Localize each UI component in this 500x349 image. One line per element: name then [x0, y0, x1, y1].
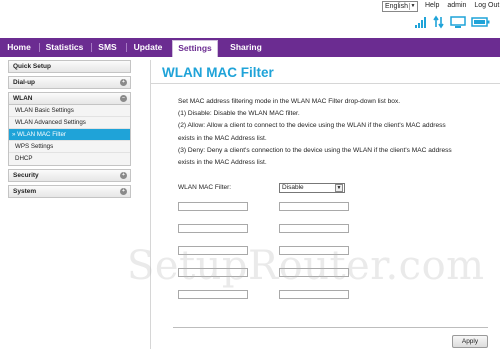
pc-connection-icon	[450, 16, 466, 28]
chevron-down-icon: ▼	[409, 3, 416, 10]
expand-icon: +	[120, 172, 127, 179]
mac-filter-label: WLAN MAC Filter:	[178, 184, 232, 191]
admin-link[interactable]: admin	[447, 2, 466, 9]
nav-sharing[interactable]: Sharing	[225, 38, 267, 57]
mac-address-input[interactable]	[178, 290, 248, 299]
nav-sms[interactable]: SMS	[95, 38, 120, 57]
top-links: Help admin Log Out	[425, 2, 500, 9]
expand-icon: +	[120, 188, 127, 195]
description-line: Set MAC address filtering mode in the WL…	[178, 98, 401, 105]
sidebar-wlan-submenu: WLAN Basic Settings WLAN Advanced Settin…	[8, 105, 131, 166]
top-bar: English ▼ Help admin Log Out	[0, 0, 500, 38]
description-line: exists in the MAC Address list.	[178, 134, 267, 142]
nav-settings[interactable]: Settings	[172, 40, 218, 57]
mac-address-input[interactable]	[178, 224, 248, 233]
description-line: (3) Deny: Deny a client's connection to …	[178, 146, 452, 154]
apply-button[interactable]: Apply	[452, 335, 488, 348]
nav-update[interactable]: Update	[130, 38, 166, 57]
mac-address-input[interactable]	[279, 202, 349, 211]
nav-separator	[126, 43, 127, 52]
title-divider	[151, 83, 500, 84]
sidebar-item-system[interactable]: System +	[8, 185, 131, 198]
sidebar-item-wlan[interactable]: WLAN –	[8, 92, 131, 105]
help-link[interactable]: Help	[425, 2, 439, 9]
bottom-divider	[173, 327, 488, 328]
sidebar-item-quick-setup[interactable]: Quick Setup	[8, 60, 131, 73]
mac-address-input[interactable]	[178, 202, 248, 211]
sidebar-item-wps-settings[interactable]: WPS Settings	[9, 141, 130, 153]
language-select[interactable]: English ▼	[382, 1, 418, 12]
nav-home[interactable]: Home	[4, 38, 34, 57]
sidebar-item-wlan-advanced[interactable]: WLAN Advanced Settings	[9, 117, 130, 129]
logout-link[interactable]: Log Out	[474, 2, 499, 9]
description-line: (2) Allow: Allow a client to connect to …	[178, 122, 446, 130]
nav-statistics[interactable]: Statistics	[43, 38, 86, 57]
sidebar-item-wlan-basic[interactable]: WLAN Basic Settings	[9, 105, 130, 117]
mac-address-input[interactable]	[279, 290, 349, 299]
nav-separator	[91, 43, 92, 52]
mac-address-input[interactable]	[279, 224, 349, 233]
main-nav: Home Statistics SMS Update Settings Shar…	[0, 38, 500, 57]
data-transfer-icon	[433, 15, 444, 29]
collapse-icon: –	[120, 95, 127, 102]
description-line: exists in the MAC Address list.	[178, 159, 267, 167]
battery-icon	[471, 17, 490, 27]
sidebar: Quick Setup Dial-up + WLAN – WLAN Basic …	[8, 60, 131, 201]
expand-icon: +	[120, 79, 127, 86]
sidebar-item-security[interactable]: Security +	[8, 169, 131, 182]
sidebar-item-dhcp[interactable]: DHCP	[9, 153, 130, 165]
mac-filter-select[interactable]: Disable ▼	[279, 183, 345, 193]
signal-icon	[415, 17, 426, 28]
watermark: SetupRouter.com	[127, 243, 485, 289]
sidebar-item-wlan-mac-filter[interactable]: » WLAN MAC Filter	[9, 129, 130, 141]
nav-separator	[39, 43, 40, 52]
description-line: (1) Disable: Disable the WLAN MAC filter…	[178, 110, 300, 118]
sidebar-item-dialup[interactable]: Dial-up +	[8, 76, 131, 89]
description: Set MAC address filtering mode in the WL…	[178, 96, 478, 169]
page-title: WLAN MAC Filter	[162, 65, 274, 80]
status-icons	[414, 15, 494, 29]
chevron-down-icon: ▼	[335, 184, 343, 192]
content-divider	[150, 60, 151, 349]
